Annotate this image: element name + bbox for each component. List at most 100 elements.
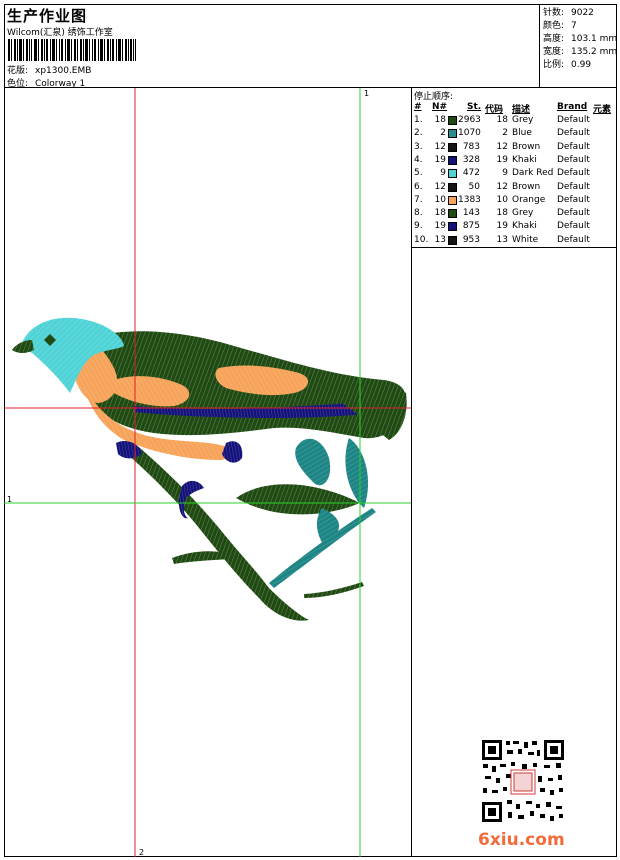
stat-stitches: 针数: 9022 <box>543 8 594 18</box>
row-description: Grey <box>512 115 534 125</box>
col-header-brand: Brand <box>557 102 588 112</box>
row-stitches: 143 <box>462 208 480 219</box>
color-swatch <box>448 129 457 139</box>
row-stitches: 1383 <box>458 194 481 205</box>
row-needle: 9 <box>440 168 446 179</box>
color-swatch <box>448 195 457 205</box>
watermark-brand: 6xiu.com <box>478 830 565 850</box>
row-brand: Default <box>557 168 590 179</box>
row-code: 18 <box>496 208 508 219</box>
bird-beak <box>12 340 34 353</box>
row-description: Grey <box>512 208 534 219</box>
col-header-element: 元素 <box>593 105 612 115</box>
stat-height: 高度: 103.1 mm <box>543 34 618 44</box>
barcode <box>8 39 136 61</box>
design-canvas: 1 1 2 <box>4 88 412 857</box>
row-code: 9 <box>502 168 508 179</box>
row-code: 10 <box>496 194 508 205</box>
row-description: Orange <box>512 194 546 205</box>
row-code: 13 <box>496 234 508 245</box>
branch <box>126 443 309 621</box>
stop-sequence-row: 2. 2 1070 2 Blue Default <box>412 128 617 141</box>
row-index: 2. <box>414 128 423 139</box>
row-index: 1. <box>414 115 423 125</box>
color-swatch <box>448 142 457 152</box>
row-code: 19 <box>496 154 508 165</box>
row-brand: Default <box>557 194 590 205</box>
row-description: Dark Red <box>512 168 554 179</box>
design-label: 花版: <box>7 66 29 76</box>
row-needle: 13 <box>434 234 446 245</box>
design-stats: 针数: 9022 颜色: 7 高度: 103.1 mm 宽度: 135.2 mm 比例:… <box>540 4 617 88</box>
color-swatch <box>448 209 457 219</box>
row-description: White <box>512 234 539 245</box>
row-stitches: 953 <box>462 234 480 245</box>
row-stitches: 328 <box>462 154 480 165</box>
row-brand: Default <box>557 181 590 192</box>
row-stitches: 783 <box>462 141 480 152</box>
studio-subtitle: Wilcom(汇泉) 绣饰工作室 <box>7 28 113 38</box>
row-description: Khaki <box>512 154 537 165</box>
color-swatch <box>448 116 457 125</box>
page-title: 生产作业图 <box>7 7 88 25</box>
bird-foot-right <box>222 441 243 463</box>
branch-bottom-stroke <box>304 582 364 598</box>
row-index: 5. <box>414 168 423 179</box>
stop-sequence-row: 7. 10 1383 10 Orange Default <box>412 195 617 208</box>
embroidery-design: 1 1 2 <box>4 88 411 857</box>
row-index: 8. <box>414 208 423 219</box>
stop-sequence-row: 6. 12 50 12 Brown Default <box>412 182 617 195</box>
col-header-desc: 描述 <box>512 105 531 115</box>
row-brand: Default <box>557 115 590 125</box>
guide-marker-vertical-red: 2 <box>139 848 144 857</box>
row-needle: 12 <box>434 181 446 192</box>
row-brand: Default <box>557 141 590 152</box>
stop-sequence-row: 4. 19 328 19 Khaki Default <box>412 155 617 168</box>
row-needle: 18 <box>434 208 446 219</box>
col-header-code: 代码 <box>485 105 504 115</box>
row-code: 18 <box>496 115 508 125</box>
guide-marker-horizontal-green: 1 <box>7 495 12 504</box>
row-stitches: 50 <box>468 181 480 192</box>
stop-sequence-title: 停止顺序: <box>414 92 454 102</box>
design-value: xp1300.EMB <box>35 66 92 76</box>
row-description: Blue <box>512 128 532 139</box>
row-needle: 19 <box>434 221 446 232</box>
leaf-upper-right <box>345 438 369 508</box>
row-code: 2 <box>502 128 508 139</box>
row-code: 19 <box>496 221 508 232</box>
row-index: 10. <box>414 234 429 245</box>
row-needle: 10 <box>434 194 446 205</box>
color-swatch <box>448 235 457 245</box>
stop-sequence-row: 1. 18 2963 18 Grey Default <box>412 115 617 128</box>
row-brand: Default <box>557 234 590 245</box>
stop-sequence-panel: 停止顺序: # N# St. 代码 描述 Brand 元素 1. 18 2963 18… <box>412 88 617 248</box>
col-header-stitches: St. <box>467 102 482 112</box>
row-stitches: 1070 <box>458 128 481 139</box>
leaf-large <box>236 484 360 515</box>
row-stitches: 875 <box>462 221 480 232</box>
stop-sequence-row: 9. 19 875 19 Khaki Default <box>412 221 617 234</box>
stop-sequence-row: 8. 18 143 18 Grey Default <box>412 208 617 221</box>
stop-sequence-row: 3. 12 783 12 Brown Default <box>412 142 617 155</box>
row-brand: Default <box>557 154 590 165</box>
leaf-upper-left <box>295 438 331 486</box>
guide-marker-vertical-green: 1 <box>364 89 369 98</box>
row-needle: 19 <box>434 154 446 165</box>
row-stitches: 2963 <box>458 115 481 125</box>
header-info: 生产作业图 Wilcom(汇泉) 绣饰工作室 花版: xp1300.EMB 色位:… <box>4 4 540 89</box>
row-description: Khaki <box>512 221 537 232</box>
stat-colors: 颜色: 7 <box>543 21 577 31</box>
row-brand: Default <box>557 208 590 219</box>
color-swatch <box>448 182 457 192</box>
row-description: Brown <box>512 181 541 192</box>
color-swatch <box>448 222 457 232</box>
color-swatch <box>448 169 457 179</box>
stat-scale: 比例: 0.99 <box>543 60 592 70</box>
qr-code <box>480 738 566 824</box>
row-needle: 12 <box>434 141 446 152</box>
row-brand: Default <box>557 128 590 139</box>
stat-width: 宽度: 135.2 mm <box>543 47 618 57</box>
row-index: 9. <box>414 221 423 232</box>
stop-sequence-row: 10. 13 953 13 White Default <box>412 235 617 248</box>
